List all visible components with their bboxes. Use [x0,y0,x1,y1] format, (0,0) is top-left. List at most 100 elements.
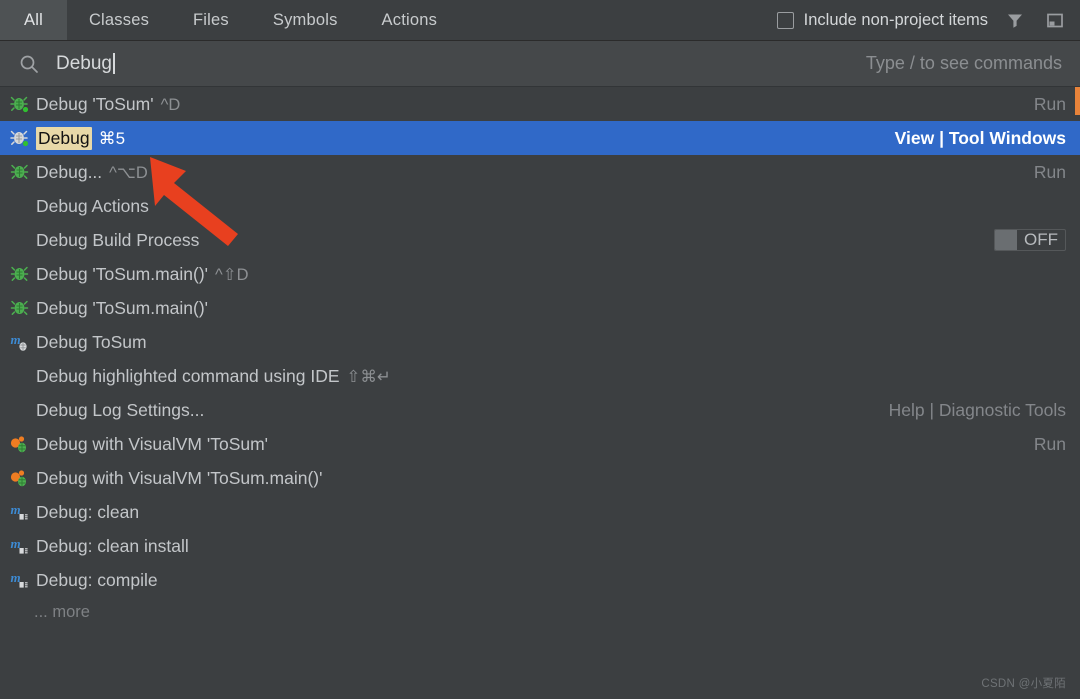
bug-green-icon [10,264,30,284]
result-row-group: Run [1034,94,1066,115]
result-row-label: Debug Actions [36,196,149,217]
result-row-debug-clean[interactable]: m Debug: clean [0,495,1080,529]
tab-files-label: Files [193,11,229,30]
result-shortcut: ⇧⌘↵ [347,367,391,387]
svg-text:m: m [11,332,21,347]
search-hint: Type / to see commands [866,53,1062,74]
search-input-value: Debug [56,53,112,75]
include-non-project-items-label: Include non-project items [804,11,988,30]
results-list[interactable]: Debug 'ToSum' ^D Run Debug ⌘5 Vie [0,87,1080,699]
result-row-debug-actions[interactable]: Debug Actions [0,189,1080,223]
result-label-text: Debug Build Process [36,230,199,251]
search-input[interactable]: Debug [56,53,115,75]
result-row-debug-clean-install[interactable]: m Debug: clean install [0,529,1080,563]
search-everywhere-dialog: All Classes Files Symbols Actions Includ… [0,0,1080,699]
tab-bar: All Classes Files Symbols Actions Includ… [0,0,1080,41]
result-row-debug-visualvm-tosum-main[interactable]: Debug with VisualVM 'ToSum.main()' [0,461,1080,495]
visualvm-bug-icon [10,434,30,454]
result-row-label: Debug Log Settings... [36,400,204,421]
maven-run-icon: m [10,502,30,522]
tab-actions[interactable]: Actions [360,0,460,40]
result-row-label: Debug: clean [36,502,139,523]
result-row-debug-build-process[interactable]: Debug Build Process OFF [0,223,1080,257]
result-label-text: Debug Actions [36,196,149,217]
toggle-knob [995,230,1017,250]
bug-green-icon [10,162,30,182]
result-row-group: Run [1034,434,1066,455]
maven-run-icon: m [10,536,30,556]
debug-build-process-toggle[interactable]: OFF [994,229,1066,251]
result-row-group: Help | Diagnostic Tools [889,400,1066,421]
result-row-label: Debug 'ToSum.main()' [36,298,208,319]
scrollbar-marker[interactable] [1075,87,1080,115]
result-row-debug-toolwindow[interactable]: Debug ⌘5 View | Tool Windows [0,121,1080,155]
result-shortcut: ^D [161,96,181,115]
maven-run-icon: m [10,570,30,590]
result-shortcut: ^⇧D [215,265,248,285]
search-icon [18,53,40,75]
csdn-watermark: CSDN @小夏陌 [981,675,1066,691]
result-label-text: Debug 'ToSum' [36,94,154,115]
tab-symbols[interactable]: Symbols [251,0,360,40]
tab-bar-actions: Include non-project items [777,0,1080,40]
result-label-text: Debug: clean [36,502,139,523]
result-label-highlight: Debug [36,127,92,150]
result-row-debug-ellipsis[interactable]: Debug... ^⌥D Run [0,155,1080,189]
result-row-debug-compile[interactable]: m Debug: compile [0,563,1080,597]
result-row-label: Debug: compile [36,570,158,591]
result-row-label: Debug with VisualVM 'ToSum.main()' [36,468,322,489]
preview-panel-icon[interactable] [1042,7,1068,33]
maven-bug-icon: m [10,332,30,352]
tab-classes[interactable]: Classes [67,0,171,40]
result-label-text: Debug with VisualVM 'ToSum' [36,434,268,455]
tab-all-label: All [24,11,43,30]
result-label-text: Debug... [36,162,102,183]
search-bar[interactable]: Debug Type / to see commands [0,41,1080,87]
bug-green-run-icon [10,94,30,114]
result-row-debug-visualvm-tosum[interactable]: Debug with VisualVM 'ToSum' Run [0,427,1080,461]
result-row-label: Debug... ^⌥D [36,162,148,183]
filter-funnel-icon[interactable] [1002,7,1028,33]
result-label-text: Debug 'ToSum.main()' [36,298,208,319]
result-row-toggle-wrap: OFF [994,229,1066,251]
result-label-text: Debug 'ToSum.main()' [36,264,208,285]
result-label-text: Debug with VisualVM 'ToSum.main()' [36,468,322,489]
result-row-debug-highlighted-command[interactable]: Debug highlighted command using IDE ⇧⌘↵ [0,359,1080,393]
result-row-debug-tosum[interactable]: Debug 'ToSum' ^D Run [0,87,1080,121]
result-label-text: Debug: compile [36,570,158,591]
result-row-group: Run [1034,162,1066,183]
result-row-debug-tosum-main-shortcut[interactable]: Debug 'ToSum.main()' ^⇧D [0,257,1080,291]
tab-list: All Classes Files Symbols Actions [0,0,459,40]
toggle-state-label: OFF [1017,230,1065,250]
result-shortcut: ⌘5 [99,129,125,149]
result-row-debug-tosum-main[interactable]: Debug 'ToSum.main()' [0,291,1080,325]
svg-text:m: m [11,502,21,517]
visualvm-bug-icon [10,468,30,488]
result-row-label: Debug ToSum [36,332,147,353]
include-non-project-items-checkbox[interactable]: Include non-project items [777,11,988,30]
result-row-label: Debug: clean install [36,536,189,557]
result-row-label: Debug with VisualVM 'ToSum' [36,434,268,455]
result-row-group: View | Tool Windows [895,128,1066,149]
tab-actions-label: Actions [382,11,438,30]
result-label-text: Debug ToSum [36,332,147,353]
result-row-label: Debug highlighted command using IDE ⇧⌘↵ [36,366,391,387]
tab-symbols-label: Symbols [273,11,338,30]
svg-text:m: m [11,570,21,585]
checkbox-box [777,12,794,29]
tab-files[interactable]: Files [171,0,251,40]
result-label-text: Debug highlighted command using IDE [36,366,340,387]
result-row-label: Debug Build Process [36,230,199,251]
show-more-link[interactable]: ... more [0,597,1080,622]
result-row-label: Debug ⌘5 [36,127,125,150]
tab-classes-label: Classes [89,11,149,30]
result-row-debug-tosum-maven[interactable]: m Debug ToSum [0,325,1080,359]
result-row-debug-log-settings[interactable]: Debug Log Settings... Help | Diagnostic … [0,393,1080,427]
bug-green-icon [10,298,30,318]
tab-all[interactable]: All [0,0,67,40]
result-shortcut: ^⌥D [109,163,148,183]
svg-text:m: m [11,536,21,551]
bug-gray-run-icon [10,128,30,148]
text-caret [113,53,115,74]
result-label-text: Debug: clean install [36,536,189,557]
